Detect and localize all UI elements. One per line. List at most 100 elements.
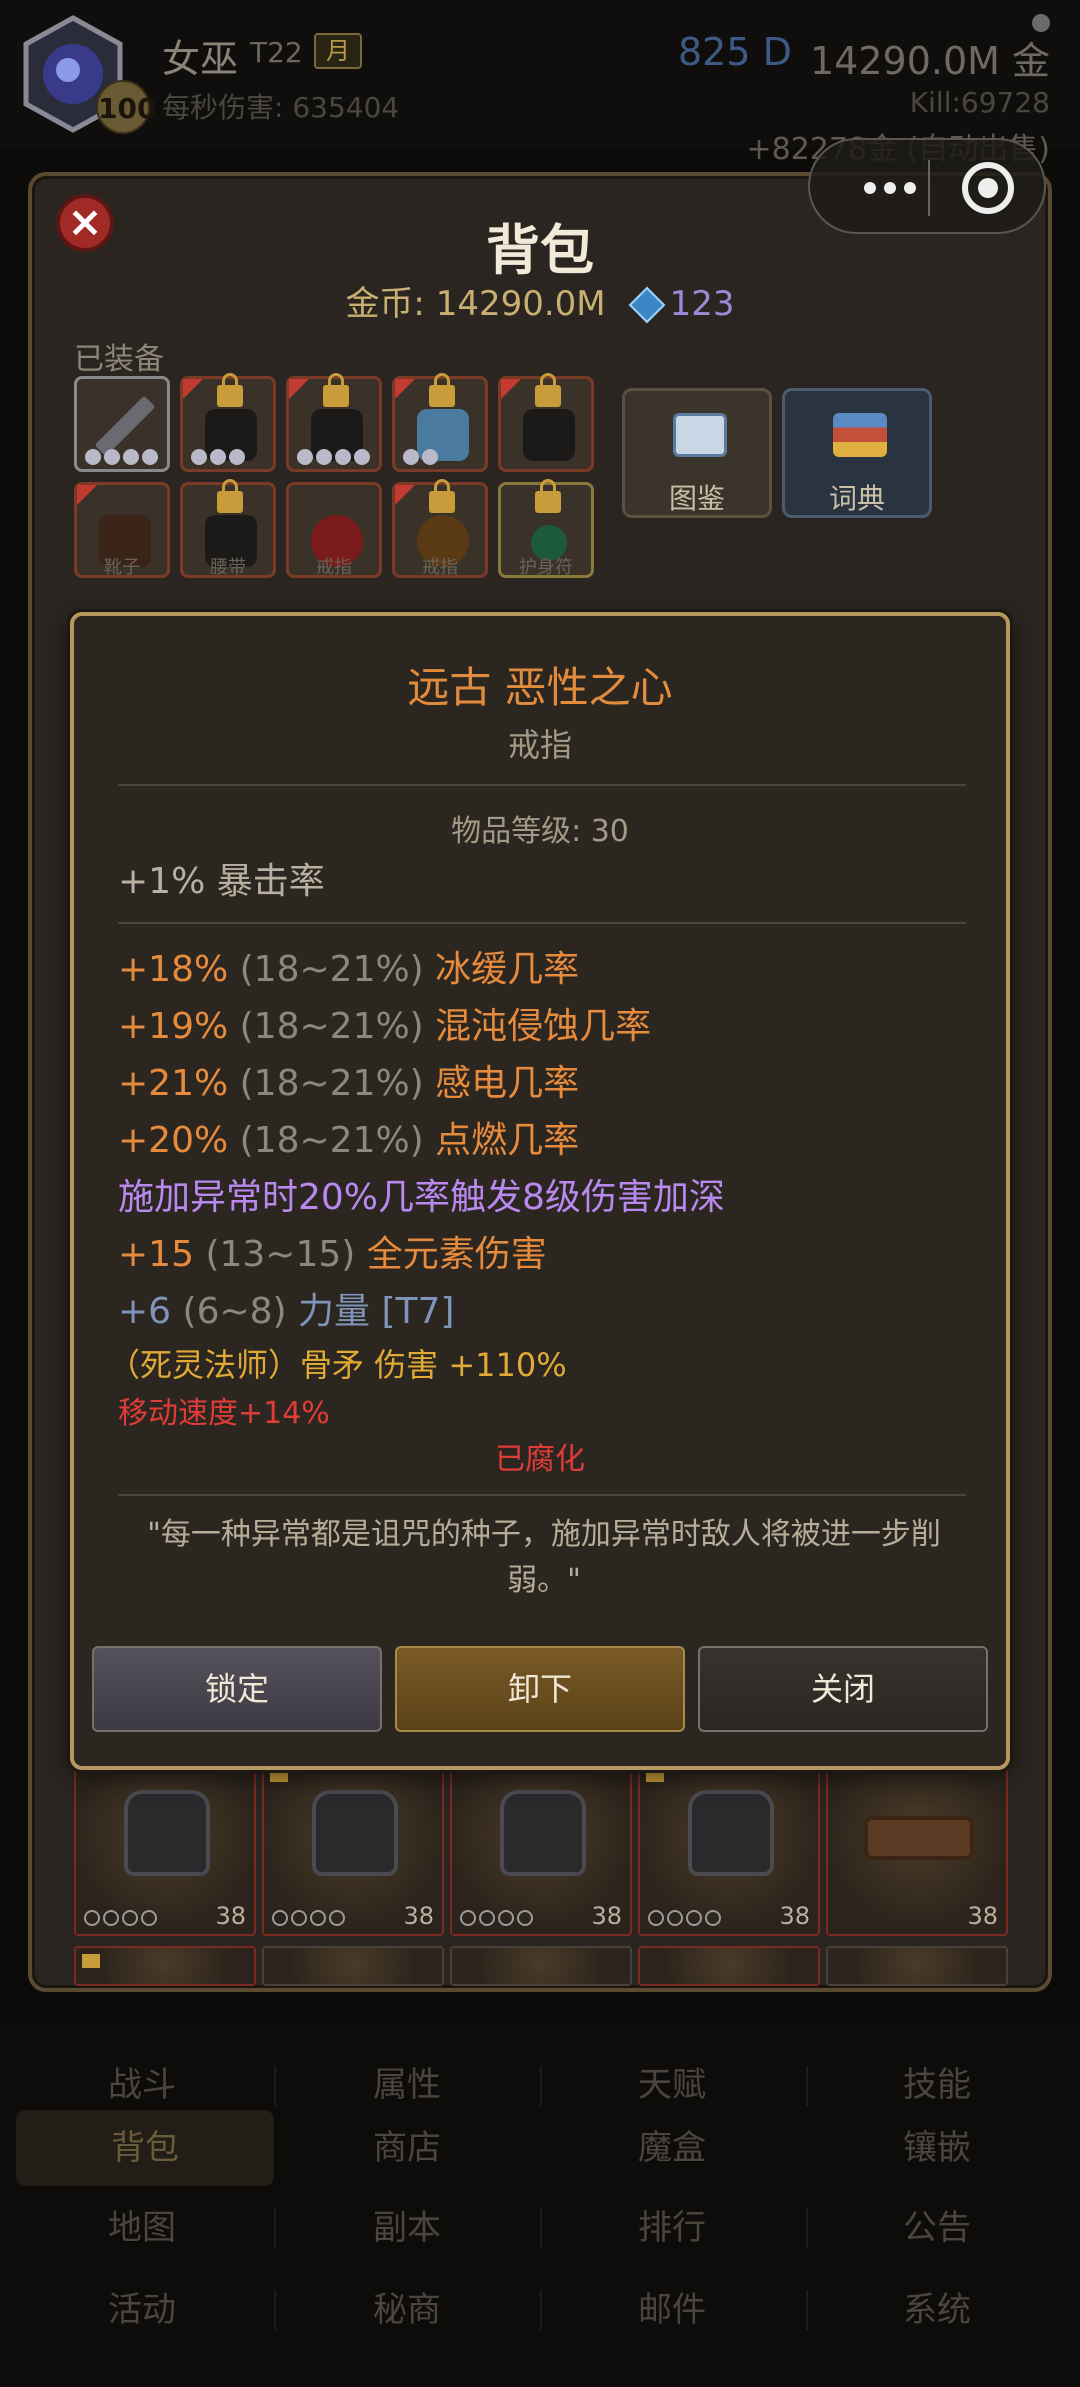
inventory-item[interactable] [826,1946,1008,1986]
open-book-icon [673,413,727,457]
inventory-item[interactable]: 38 [262,1768,444,1936]
inventory-item[interactable]: 38 [826,1768,1008,1936]
socket-row [648,1910,721,1926]
affix-line: +18% (18~21%) 冰缓几率 [118,940,579,992]
nav-divider [274,2066,276,2106]
nav-dungeon[interactable]: 副本 [287,2193,527,2263]
item-tooltip: 远古 恶性之心 戒指 物品等级: 30 +1% 暴击率 +18% (18~21%… [70,612,1010,1770]
bottom-nav: 战斗 属性 天赋 技能 背包 商店 魔盒 镶嵌 地图 副本 排行 公告 活动 秘… [0,2022,1080,2387]
affix-range: (18~21%) [239,1063,424,1104]
nav-skills[interactable]: 技能 [817,2050,1057,2120]
inventory-item[interactable]: 38 [74,1768,256,1936]
affix-range: (6~8) [182,1291,287,1332]
nav-inlay[interactable]: 镶嵌 [817,2113,1057,2183]
nav-notice[interactable]: 公告 [817,2193,1057,2263]
affix-line: +19% (18~21%) 混沌侵蚀几率 [118,997,651,1049]
belt-slot[interactable]: 腰带 [180,479,276,578]
affix-line: +15 (13~15) 全元素伤害 [118,1225,547,1277]
nav-magic-box[interactable]: 魔盒 [552,2113,792,2183]
nav-divider [540,2290,542,2330]
belt-icon [864,1816,974,1860]
affix-value: +6 [118,1291,172,1332]
nav-divider [806,2066,808,2106]
affix-line: +20% (18~21%) 点燃几率 [118,1111,579,1163]
ring-slot-2[interactable]: 戒指 [392,479,488,578]
socket-row [85,449,158,465]
lock-icon [646,1768,664,1782]
exit-miniprogram-icon[interactable] [962,162,1014,214]
divider [118,1494,966,1496]
more-icon[interactable] [850,168,940,208]
nav-secret-merchant[interactable]: 秘商 [287,2275,527,2345]
affix-value: +15 [118,1234,194,1275]
rarity-corner [501,379,521,399]
capsule-divider [928,160,930,216]
lock-button[interactable]: 锁定 [92,1646,382,1732]
lock-icon [535,373,561,407]
bracers-icon [523,409,575,461]
weapon-slot[interactable] [74,376,170,472]
ring-slot-1[interactable]: 戒指 [286,482,382,578]
nav-divider [540,2208,542,2248]
nav-ranking[interactable]: 排行 [552,2193,792,2263]
inventory-item[interactable]: 38 [450,1768,632,1936]
bracers-slot[interactable] [498,373,594,472]
flavor-text: "每一种异常都是诅咒的种子，施加异常时敌人将被进一步削弱。" [147,1517,941,1598]
armor-slot[interactable] [286,373,382,472]
inventory-item[interactable] [638,1946,820,1986]
affix-range: (13~15) [205,1234,356,1275]
socket-row [460,1910,533,1926]
close-button[interactable]: 关闭 [698,1646,988,1732]
nav-attributes[interactable]: 属性 [287,2050,527,2120]
nav-events[interactable]: 活动 [22,2275,262,2345]
affix-stat: 力量 [T7] [298,1291,455,1332]
slot-label: 戒指 [316,557,352,578]
item-level: 38 [779,1902,810,1930]
nav-divider [274,2290,276,2330]
nav-divider [274,2208,276,2248]
sword-icon [94,395,156,457]
nav-map[interactable]: 地图 [22,2193,262,2263]
affix-stat: 点燃几率 [435,1120,580,1161]
slot-label: 腰带 [210,557,246,578]
class-bonus: （死灵法师）骨矛 伤害 +110% [108,1346,567,1384]
nav-backpack[interactable]: 背包 [16,2110,274,2186]
codex-button[interactable]: 图鉴 [622,388,772,518]
nav-divider [540,2066,542,2106]
nav-shop[interactable]: 商店 [287,2113,527,2183]
move-speed: 移动速度+14% [118,1396,330,1431]
level-badge: 100 [96,80,156,134]
affix-range: (18~21%) [239,1120,424,1161]
tier-label: T22 [250,36,303,69]
diamond-count: 825 D [678,30,792,74]
nav-mail[interactable]: 邮件 [552,2275,792,2345]
nav-talents[interactable]: 天赋 [552,2050,792,2120]
item-level: 38 [591,1902,622,1930]
affix-stat: 冰缓几率 [435,949,580,990]
amulet-slot[interactable]: 护身符 [498,479,594,578]
dps-label: 每秒伤害: 635404 [162,91,400,124]
socket-row [272,1910,345,1926]
boots-slot[interactable]: 靴子 [74,482,170,578]
affix-value: +21% [118,1063,229,1104]
inventory-item[interactable]: 38 [638,1768,820,1936]
boots-slot-1[interactable] [180,373,276,472]
item-level: 38 [967,1902,998,1930]
chest-armor-icon [688,1790,774,1876]
inventory-item[interactable] [74,1946,256,1986]
implicit-stat: +1% 暴击率 [118,861,325,902]
nav-system[interactable]: 系统 [817,2275,1057,2345]
chest-armor-icon [312,1790,398,1876]
gloves-slot[interactable] [392,373,488,472]
unequip-button[interactable]: 卸下 [395,1646,685,1732]
month-card-badge[interactable]: 月 [314,33,362,69]
inventory-item[interactable] [262,1946,444,1986]
chest-armor-icon [124,1790,210,1876]
dictionary-button[interactable]: 词典 [782,388,932,518]
socket-row [403,449,438,465]
lock-icon [270,1768,288,1782]
miniprogram-capsule [808,138,1046,234]
socket-row [297,449,370,465]
inventory-item[interactable] [450,1946,632,1986]
codex-label: 图鉴 [668,482,725,515]
